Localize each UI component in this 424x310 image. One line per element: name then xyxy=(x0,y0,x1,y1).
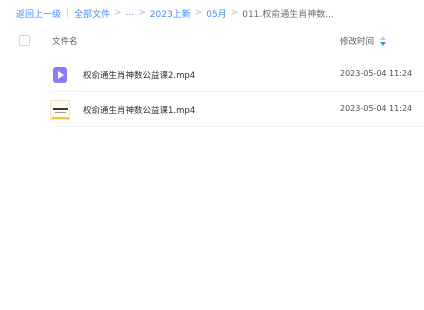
breadcrumb-current: 011.权俞通生肖神数... xyxy=(242,9,334,20)
file-modified-time: 2023-05-04 11:24 xyxy=(340,69,413,78)
column-header-name[interactable]: 文件名 xyxy=(52,35,78,47)
back-link[interactable]: 返回上一级 xyxy=(16,7,61,20)
all-files-link[interactable]: 全部文件 xyxy=(74,7,110,20)
column-header-time[interactable]: 修改时间 xyxy=(340,35,387,47)
video-file-icon xyxy=(50,65,70,85)
chevron-right-icon: > xyxy=(138,8,146,18)
table-row[interactable]: 权俞通生肖神数公益课2.mp4 2023-05-04 11:24 xyxy=(50,58,424,92)
column-header-time-label: 修改时间 xyxy=(340,37,375,47)
table-header: 文件名 修改时间 xyxy=(0,30,424,54)
select-all-checkbox[interactable] xyxy=(19,35,30,46)
file-name[interactable]: 权俞通生肖神数公益课1.mp4 xyxy=(83,104,195,116)
breadcrumb-folder-2023[interactable]: 2023上新 xyxy=(150,7,191,20)
sort-icon[interactable] xyxy=(380,36,387,46)
chevron-right-icon: > xyxy=(230,8,239,18)
breadcrumb-ellipsis[interactable]: ... xyxy=(126,8,135,18)
video-thumbnail xyxy=(50,100,70,120)
breadcrumb-divider: | xyxy=(66,8,70,18)
file-name[interactable]: 权俞通生肖神数公益课2.mp4 xyxy=(83,69,195,81)
breadcrumb-folder-05[interactable]: 05月 xyxy=(206,7,226,20)
file-modified-time: 2023-05-04 11:24 xyxy=(340,104,413,113)
breadcrumb: 返回上一级 | 全部文件 > ... > 2023上新 > 05月 > 011.… xyxy=(16,6,334,20)
table-row[interactable]: 权俞通生肖神数公益课1.mp4 2023-05-04 11:24 xyxy=(50,93,424,127)
chevron-right-icon: > xyxy=(114,8,122,18)
chevron-right-icon: > xyxy=(194,8,203,18)
